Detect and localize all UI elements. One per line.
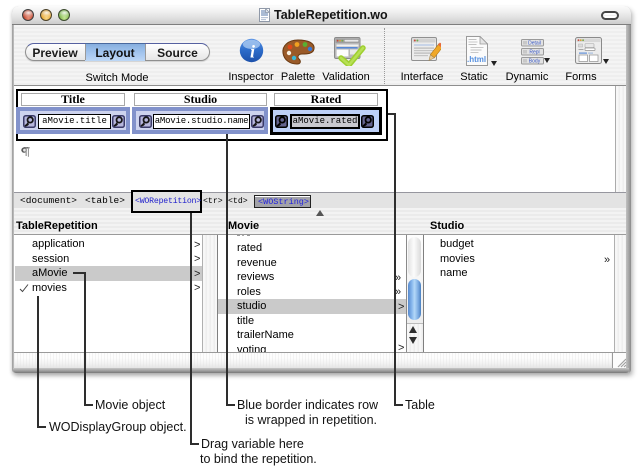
svg-text:i: i xyxy=(250,42,255,62)
svg-text:Repl: Repl xyxy=(529,50,539,56)
svg-text:.html: .html xyxy=(467,55,486,64)
svg-text:Body: Body xyxy=(529,59,541,65)
svg-text:Detail: Detail xyxy=(528,41,541,47)
